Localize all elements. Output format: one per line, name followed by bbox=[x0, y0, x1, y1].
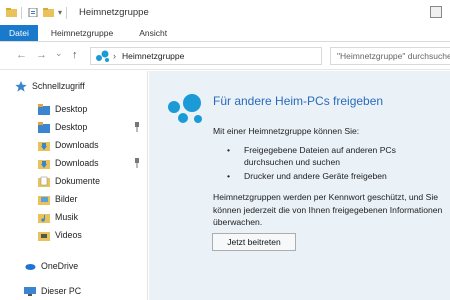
list-item: • Freigegebene Dateien auf anderen PCs d… bbox=[213, 144, 443, 168]
new-folder-icon[interactable] bbox=[43, 8, 54, 17]
recent-locations-icon[interactable]: ⌄ bbox=[55, 48, 63, 59]
sidebar-item-label: Desktop bbox=[55, 122, 88, 132]
desktop-folder-icon bbox=[38, 103, 50, 115]
computer-icon bbox=[24, 286, 36, 296]
address-row: ← → ⌄ ↑ › Heimnetzgruppe "Heimnetzgruppe… bbox=[0, 42, 450, 70]
downloads-folder-icon bbox=[38, 141, 50, 151]
folder-icon bbox=[6, 8, 17, 17]
list-item: • Drucker und andere Geräte freigeben bbox=[213, 170, 443, 182]
cloud-icon bbox=[25, 263, 36, 270]
forward-arrow-icon[interactable]: → bbox=[36, 50, 47, 61]
tab-file[interactable]: Datei bbox=[0, 25, 38, 41]
sidebar-item-label: Downloads bbox=[55, 158, 99, 168]
title-separator bbox=[66, 6, 68, 19]
sidebar-item-label: Videos bbox=[55, 230, 82, 240]
music-folder-icon bbox=[38, 213, 50, 223]
tab-homegroup[interactable]: Heimnetzgruppe bbox=[38, 25, 123, 41]
title-bar: ▾ Heimnetzgruppe bbox=[0, 0, 450, 25]
sidebar-item-label: Musik bbox=[55, 212, 78, 222]
search-input[interactable]: "Heimnetzgruppe" durchsuchen bbox=[330, 47, 450, 65]
pin-icon[interactable] bbox=[133, 158, 141, 168]
feature-list: • Freigegebene Dateien auf anderen PCs d… bbox=[213, 144, 443, 184]
downloads-folder-icon bbox=[38, 159, 50, 169]
breadcrumb[interactable]: Heimnetzgruppe bbox=[122, 51, 184, 61]
homegroup-icon bbox=[96, 50, 109, 62]
quick-access-dropdown-icon[interactable]: ▾ bbox=[58, 8, 62, 17]
documents-folder-icon bbox=[38, 176, 50, 187]
homegroup-logo-icon bbox=[168, 94, 202, 123]
list-item-text: Freigegebene Dateien auf anderen PCs dur… bbox=[244, 145, 396, 167]
homegroup-panel: Für andere Heim-PCs freigeben Mit einer … bbox=[149, 71, 450, 300]
bullet-icon: • bbox=[227, 145, 231, 155]
list-item-text: Drucker und andere Geräte freigeben bbox=[244, 171, 387, 181]
star-icon bbox=[15, 80, 27, 92]
sidebar-item-label: Dokumente bbox=[55, 176, 100, 186]
pictures-folder-icon bbox=[38, 195, 50, 205]
sidebar-item-label: OneDrive bbox=[41, 261, 79, 271]
sidebar-item-label: Bilder bbox=[55, 194, 78, 204]
back-arrow-icon[interactable]: ← bbox=[16, 50, 27, 61]
window-title: Heimnetzgruppe bbox=[79, 7, 149, 18]
sidebar-item-label: Downloads bbox=[55, 140, 99, 150]
desktop-folder-icon bbox=[38, 121, 50, 133]
page-title: Für andere Heim-PCs freigeben bbox=[213, 94, 384, 108]
window-control-button[interactable] bbox=[430, 6, 442, 18]
bullet-icon: • bbox=[227, 171, 231, 181]
sidebar-item-label: Dieser PC bbox=[41, 286, 82, 296]
sidebar-item-label: Schnellzugriff bbox=[32, 81, 85, 91]
address-bar[interactable]: › Heimnetzgruppe bbox=[90, 47, 322, 65]
pin-icon[interactable] bbox=[133, 122, 141, 132]
breadcrumb-chevron-icon[interactable]: › bbox=[113, 51, 116, 61]
videos-folder-icon bbox=[38, 231, 50, 241]
ribbon-tabs: Datei Heimnetzgruppe Ansicht bbox=[0, 25, 450, 42]
sidebar-item-quick-access[interactable]: Schnellzugriff bbox=[15, 77, 163, 95]
tab-view[interactable]: Ansicht bbox=[123, 25, 177, 41]
join-now-button[interactable]: Jetzt beitreten bbox=[212, 233, 296, 251]
intro-text: Mit einer Heimnetzgruppe können Sie: bbox=[213, 126, 360, 136]
sidebar-item-label: Desktop bbox=[55, 104, 88, 114]
info-text: Heimnetzgruppen werden per Kennwort gesc… bbox=[213, 192, 443, 227]
title-separator bbox=[21, 6, 22, 19]
properties-icon[interactable] bbox=[28, 8, 39, 17]
up-arrow-icon[interactable]: ↑ bbox=[72, 50, 78, 61]
navigation-pane: Schnellzugriff Desktop Desktop Downloads… bbox=[0, 71, 148, 300]
